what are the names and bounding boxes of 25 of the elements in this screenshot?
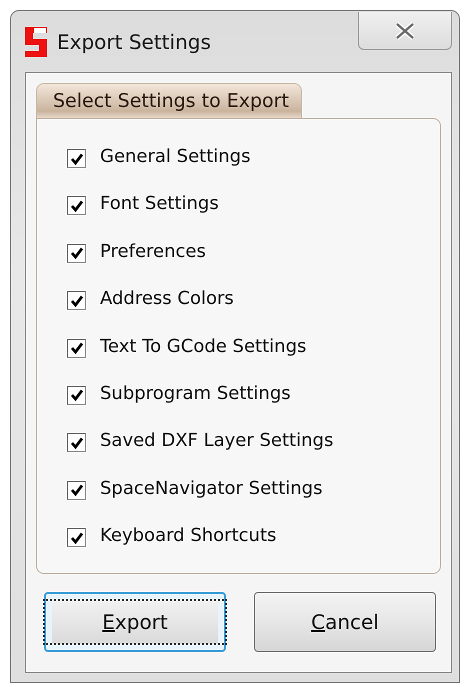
close-button[interactable] (358, 12, 452, 50)
app-logo-icon (25, 26, 47, 56)
checkbox[interactable] (67, 196, 86, 216)
window-title: Export Settings (57, 30, 211, 54)
dialog-button[interactable]: Cancel (254, 592, 436, 652)
checkbox[interactable] (67, 480, 86, 500)
checkbox-label[interactable]: Address Colors (100, 288, 234, 310)
checkbox-label[interactable]: Keyboard Shortcuts (100, 525, 276, 546)
checkbox[interactable] (67, 433, 86, 452)
checkbox[interactable] (67, 149, 86, 168)
checkbox[interactable] (67, 244, 86, 263)
checkbox-label[interactable]: General Settings (100, 146, 250, 167)
checkbox[interactable] (67, 386, 86, 405)
checkbox[interactable] (67, 528, 86, 548)
dialog-button[interactable]: Export (44, 592, 226, 652)
checkbox[interactable] (67, 338, 86, 358)
checkbox-label[interactable]: Saved DXF Layer Settings (100, 430, 334, 452)
checkbox-label[interactable]: Subprogram Settings (100, 382, 291, 404)
checkbox-label[interactable]: Preferences (100, 240, 206, 262)
tab[interactable]: Select Settings to Export (36, 83, 302, 118)
close-icon (394, 22, 416, 40)
checkbox[interactable] (67, 291, 86, 310)
checkbox-label[interactable]: Font Settings (100, 193, 219, 214)
checkbox-label[interactable]: Text To GCode Settings (100, 336, 306, 357)
checkbox-label[interactable]: SpaceNavigator Settings (100, 478, 322, 499)
